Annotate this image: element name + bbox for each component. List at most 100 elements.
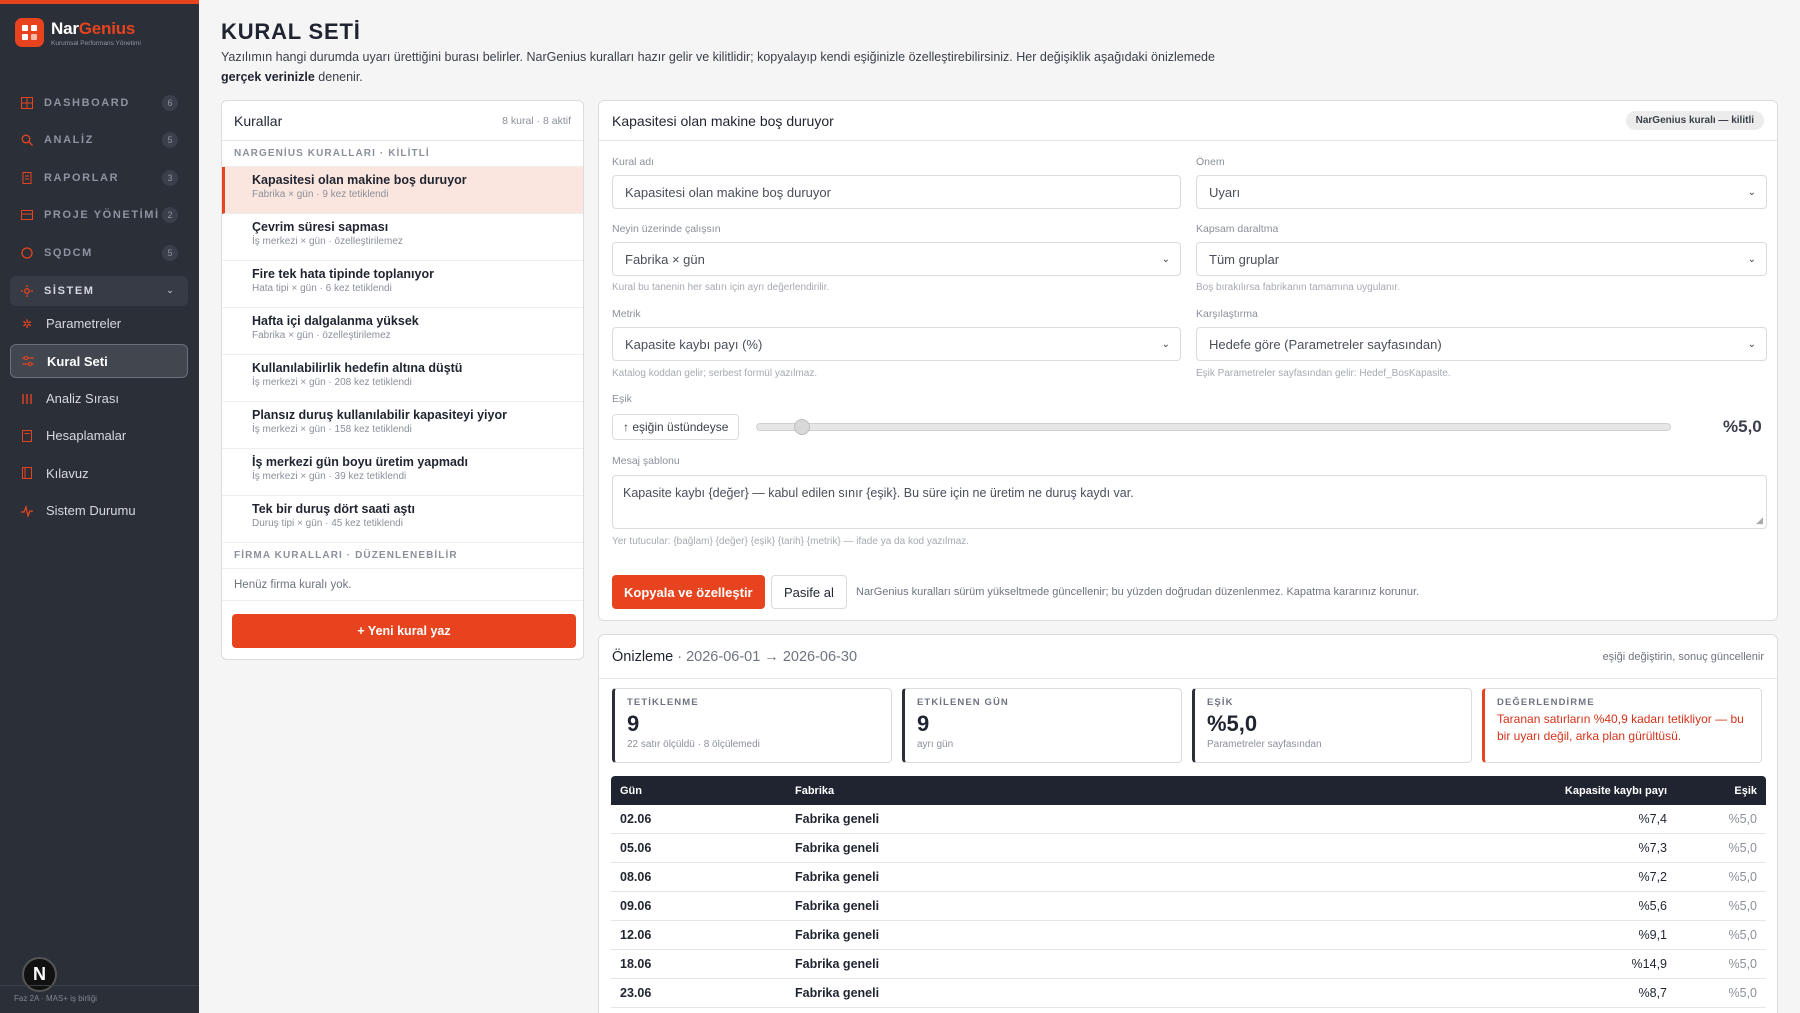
rule-item[interactable]: Plansız duruş kullanılabilir kapasiteyi … [222, 402, 583, 449]
table-row[interactable]: 23.06 Fabrika geneli %8,7 %5,0 [611, 979, 1766, 1008]
sidebar-item-kural-seti[interactable]: Kural Seti [10, 344, 188, 378]
sidebar-footer: Faz 2A · MAS+ iş birliği [0, 985, 199, 1013]
main-content: KURAL SETİ Yazılımın hangi durumda uyarı… [199, 0, 1800, 1013]
gear-icon [20, 284, 34, 298]
shield-icon [20, 246, 34, 260]
brand[interactable]: NarGenius Kurumsal Performans Yönetimi [15, 18, 141, 47]
nav-raporlar[interactable]: RAPORLAR 3 [10, 159, 188, 197]
page-title: KURAL SETİ [221, 19, 361, 44]
metric-select[interactable]: Kapasite kaybı payı (%) ⌄ [612, 327, 1181, 361]
compare-select[interactable]: Hedefe göre (Parametreler sayfasından) ⌄ [1196, 327, 1767, 361]
metric-label: Metrik [612, 308, 641, 320]
project-icon [20, 208, 34, 222]
rule-item[interactable]: Tek bir duruş dört saati aştı Duruş tipi … [222, 496, 583, 543]
severity-label: Önem [1196, 156, 1225, 168]
nav-count: 5 [162, 244, 178, 261]
rule-item[interactable]: İş merkezi gün boyu üretim yapmadı İş mer… [222, 449, 583, 496]
target-hint: Kural bu tanenin her satırı için ayrı de… [612, 282, 830, 293]
scope-select[interactable]: Tüm gruplar ⌄ [1196, 242, 1767, 276]
sidebar-item-sistem-durumu[interactable]: Sistem Durumu [10, 492, 188, 529]
preview-panel: Önizleme · 2026-06-01 → 2026-06-30 eşiği … [598, 634, 1778, 1013]
rule-item[interactable]: Hafta içi dalgalanma yüksek Fabrika × gün… [222, 308, 583, 355]
nav-count: 2 [162, 207, 178, 224]
table-row[interactable]: 02.06 Fabrika geneli %7,4 %5,0 [611, 805, 1766, 834]
editor-title: Kapasitesi olan makine boş duruyor [612, 112, 834, 129]
sidebar-item-kilavuz[interactable]: Kılavuz [10, 455, 188, 492]
table-row[interactable]: 09.06 Fabrika geneli %5,6 %5,0 [611, 892, 1766, 921]
dashboard-icon [20, 96, 34, 110]
scope-hint: Boş bırakılırsa fabrikanın tamamına uygu… [1196, 282, 1400, 293]
brand-subtitle: Kurumsal Performans Yönetimi [51, 39, 141, 47]
message-template-textarea[interactable]: Kapasite kaybı {değer} — kabul edilen sı… [612, 475, 1767, 529]
rules-title: Kurallar [234, 112, 283, 129]
severity-select[interactable]: Uyarı ⌄ [1196, 175, 1767, 209]
rule-item[interactable]: Kapasitesi olan makine boş duruyor Fabrik… [222, 167, 583, 214]
chevron-down-icon: ⌄ [1161, 254, 1170, 265]
threshold-value: %5,0 [1723, 417, 1762, 436]
rule-item[interactable]: Kullanılabilirlik hedefin altına düştü İş… [222, 355, 583, 402]
new-rule-button[interactable]: + Yeni kural yaz [232, 614, 576, 648]
chevron-down-icon: ⌄ [166, 285, 174, 295]
sidebar-item-analiz-sirasi[interactable]: Analiz Sırası [10, 380, 188, 417]
name-label: Kural adı [612, 156, 655, 168]
book-icon [20, 466, 34, 480]
nav-count: 6 [162, 94, 178, 111]
deactivate-button[interactable]: Pasife al [771, 575, 847, 609]
chevron-down-icon: ⌄ [1161, 339, 1170, 350]
system-subnav: ✲ Parametreler Kural Seti Analiz Sırası … [10, 305, 188, 530]
scope-label: Kapsam daraltma [1196, 223, 1279, 235]
nav-sistem[interactable]: SİSTEM ⌄ [10, 275, 188, 306]
calculator-icon [20, 429, 34, 443]
nav-analiz[interactable]: ANALİZ 5 [10, 122, 188, 160]
locked-note: NarGenius kuralları sürüm yükseltmede gü… [856, 586, 1420, 598]
group-editable-header: FİRMA KURALLARI · DÜZENLENEBİLİR [222, 543, 583, 569]
rule-editor: Kapasitesi olan makine boş duruyor NarGe… [598, 100, 1778, 621]
search-icon [20, 133, 34, 147]
table-row[interactable]: 12.06 Fabrika geneli %9,1 %5,0 [611, 921, 1766, 950]
preview-date-range: · 2026-06-01 → 2026-06-30 [677, 648, 858, 665]
stat-affected-days: ETKİLENEN GÜN 9 ayrı gün [902, 688, 1182, 763]
rules-meta: 8 kural · 8 aktif [502, 114, 571, 127]
group-locked-header: NARGENİUS KURALLARI · KİLİTLİ [222, 141, 583, 167]
compare-label: Karşılaştırma [1196, 308, 1258, 320]
message-hint: Yer tutucular: {bağlam} {değer} {eşik} {… [612, 536, 970, 547]
sidebar-item-hesaplamalar[interactable]: Hesaplamalar [10, 417, 188, 454]
compare-hint: Eşik Parametreler sayfasından gelir: Hed… [1196, 368, 1451, 379]
empty-state: Henüz firma kuralı yok. [222, 569, 583, 601]
target-select[interactable]: Fabrika × gün ⌄ [612, 242, 1181, 276]
rule-name-input[interactable]: Kapasitesi olan makine boş duruyor [612, 175, 1181, 209]
preview-title: Önizleme · 2026-06-01 → 2026-06-30 [612, 648, 858, 665]
nav-sqdcm[interactable]: SQDCM 5 [10, 234, 188, 272]
report-icon [20, 171, 34, 185]
rule-item[interactable]: Fire tek hata tipinde toplanıyor Hata tip… [222, 261, 583, 308]
main-nav: DASHBOARD 6 ANALİZ 5 RAPORLAR 3 PROJE YÖ… [10, 84, 188, 306]
table-row[interactable]: 08.06 Fabrika geneli %7,2 %5,0 [611, 863, 1766, 892]
sidebar: NarGenius Kurumsal Performans Yönetimi D… [0, 0, 199, 1013]
threshold-slider[interactable] [756, 423, 1671, 431]
target-label: Neyin üzerinde çalışsın [612, 223, 721, 235]
nav-count: 3 [162, 169, 178, 186]
stat-evaluation: DEĞERLENDİRME Taranan satırların %40,9 ka… [1482, 688, 1762, 763]
bars-icon [20, 392, 34, 406]
direction-toggle[interactable]: ↑ eşiğin üstündeyse [612, 414, 740, 440]
copy-customize-button[interactable]: Kopyala ve özelleştir [612, 575, 765, 609]
nav-dashboard[interactable]: DASHBOARD 6 [10, 84, 188, 122]
table-header: Gün Fabrika Kapasite kaybı payı Eşik [611, 776, 1766, 805]
slider-thumb[interactable] [793, 419, 810, 435]
message-label: Mesaj şablonu [612, 455, 680, 467]
logo-icon [15, 18, 44, 47]
preview-table: Gün Fabrika Kapasite kaybı payı Eşik 02.… [611, 776, 1766, 1008]
table-row[interactable]: 05.06 Fabrika geneli %7,3 %5,0 [611, 834, 1766, 863]
stat-trigger-count: TETİKLENME 9 22 satır ölçüldü · 8 ölçüleme… [612, 688, 892, 763]
table-row[interactable]: 18.06 Fabrika geneli %14,9 %5,0 [611, 950, 1766, 979]
nav-proje-yonetimi[interactable]: PROJE YÖNETİMİ 2 [10, 197, 188, 235]
resize-grip-icon[interactable]: ◢ [1756, 515, 1763, 526]
sidebar-item-parametreler[interactable]: ✲ Parametreler [10, 305, 188, 342]
rule-item[interactable]: Çevrim süresi sapması İş merkezi × gün · … [222, 214, 583, 261]
brand-name: NarGenius [51, 18, 136, 38]
rules-panel: Kurallar 8 kural · 8 aktif NARGENİUS KUR… [221, 100, 584, 660]
chevron-down-icon: ⌄ [1747, 187, 1756, 198]
threshold-label: Eşik [612, 393, 632, 405]
gear-icon: ✲ [21, 316, 33, 331]
pulse-icon [20, 504, 34, 518]
